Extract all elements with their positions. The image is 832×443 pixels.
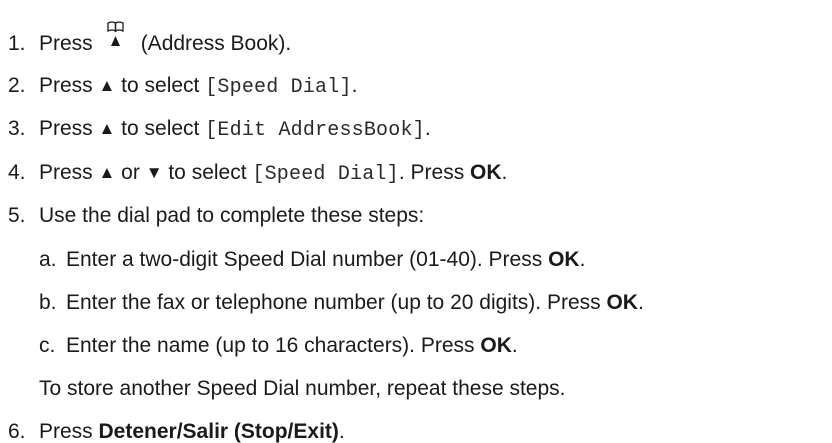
step-text: Press xyxy=(39,161,99,184)
down-arrow-icon: ▼ xyxy=(145,163,163,182)
step-3: 3. Press ▲ to select [Edit AddressBook] … xyxy=(8,118,431,141)
step-1: 1. Press (Address Book). xyxy=(8,20,291,54)
step-number: 6. xyxy=(8,420,26,443)
ok-key-label: OK xyxy=(548,248,580,271)
step-text-mid: to select xyxy=(115,74,206,97)
up-arrow-icon: ▲ xyxy=(98,76,116,95)
step-text-end: . xyxy=(501,161,508,184)
step-text-post: . xyxy=(351,74,358,97)
substep-end: . xyxy=(511,334,518,357)
substep-b: b. Enter the fax or telephone number (up… xyxy=(39,292,644,313)
step-text-mid: to select xyxy=(115,117,206,140)
step-text: Press xyxy=(39,74,99,97)
step-text-mid: to select xyxy=(162,161,253,184)
step-text: Use the dial pad to complete these steps… xyxy=(39,204,425,227)
step-text: Press xyxy=(39,117,99,140)
ok-key-label: OK xyxy=(470,161,502,184)
ok-key-label: OK xyxy=(606,291,638,314)
substep-letter: b. xyxy=(39,291,57,314)
step-text: Press xyxy=(39,420,99,443)
note-text: To store another Speed Dial number, repe… xyxy=(39,377,566,400)
step-text-post: . xyxy=(338,420,345,443)
up-arrow-icon: ▲ xyxy=(98,163,116,182)
substep-text: Enter a two-digit Speed Dial number (01-… xyxy=(66,248,549,271)
substep-end: . xyxy=(637,291,644,314)
substep-text: Enter the fax or telephone number (up to… xyxy=(66,291,607,314)
substep-text: Enter the name (up to 16 characters). Pr… xyxy=(66,334,481,357)
menu-option-code: [Speed Dial] xyxy=(252,163,399,186)
up-arrow-icon: ▲ xyxy=(98,119,116,138)
step-text-or: or xyxy=(115,161,146,184)
step-number: 2. xyxy=(8,74,26,97)
step-4: 4. Press ▲ or ▼ to select [Speed Dial] .… xyxy=(8,162,507,185)
step-text-post: (Address Book). xyxy=(140,32,292,55)
substep-c: c. Enter the name (up to 16 characters).… xyxy=(39,335,518,356)
step-text-post: . Press xyxy=(398,161,471,184)
step-number: 3. xyxy=(8,117,26,140)
step-2: 2. Press ▲ to select [Speed Dial] . xyxy=(8,75,358,98)
menu-option-code: [Edit AddressBook] xyxy=(205,119,425,142)
address-book-icon xyxy=(103,20,129,50)
ok-key-label: OK xyxy=(480,334,512,357)
stop-exit-key-label: Detener/Salir (Stop/Exit) xyxy=(98,420,339,443)
substep-letter: c. xyxy=(39,334,56,357)
step-number: 5. xyxy=(8,204,26,227)
step-text-post: . xyxy=(424,117,431,140)
menu-option-code: [Speed Dial] xyxy=(205,76,352,99)
step-number: 1. xyxy=(8,32,26,55)
step-5: 5. Use the dial pad to complete these st… xyxy=(8,205,424,226)
step-number: 4. xyxy=(8,161,26,184)
substep-end: . xyxy=(579,248,586,271)
step-6: 6. Press Detener/Salir (Stop/Exit) . xyxy=(8,421,345,442)
step-text: Press xyxy=(39,32,93,55)
substep-letter: a. xyxy=(39,248,57,271)
substep-a: a. Enter a two-digit Speed Dial number (… xyxy=(39,249,585,270)
repeat-note: To store another Speed Dial number, repe… xyxy=(39,378,566,399)
